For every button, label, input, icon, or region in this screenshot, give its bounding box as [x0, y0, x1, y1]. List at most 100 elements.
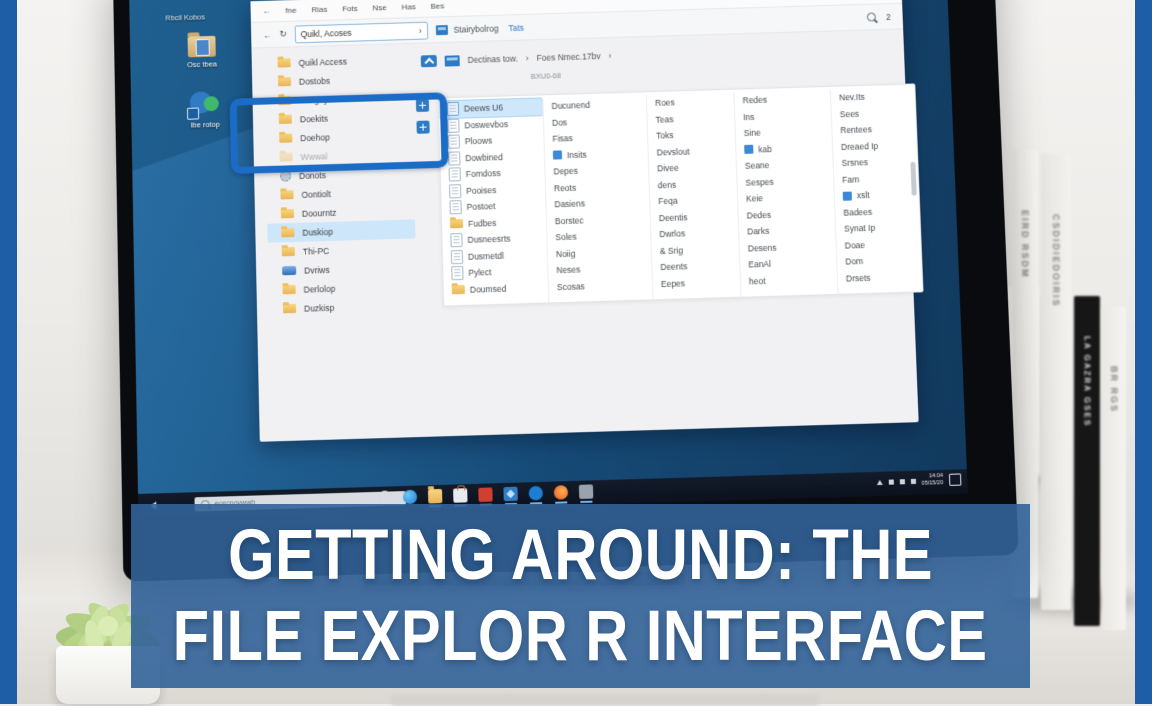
tray-icon[interactable]	[899, 479, 904, 484]
search-icon[interactable]	[867, 12, 876, 21]
breadcrumb-segment[interactable]: Dectinas tow.	[467, 54, 518, 65]
book-spine: CSDIDIEDOIRIS	[1041, 154, 1071, 610]
folder-icon	[280, 190, 293, 199]
frame-border-left	[0, 0, 17, 704]
photos-icon[interactable]	[503, 487, 517, 502]
document-icon	[447, 118, 459, 132]
breadcrumb-segment[interactable]: Foes Nmec.17bv	[536, 51, 600, 63]
navigation-pane: Quikl Access Dostobs Dusgayo Doekits Doe…	[264, 50, 418, 319]
menu-item[interactable]: Rias	[311, 5, 327, 14]
document-icon	[449, 168, 461, 182]
up-folder-icon[interactable]	[421, 55, 437, 67]
document-icon	[448, 135, 460, 149]
file-list: Deews U6 Doswevbos Ploows Dowbined Fomdo…	[438, 83, 924, 306]
file-row[interactable]: Eepes	[653, 273, 742, 292]
document-icon	[449, 200, 461, 214]
banner-title-line2: FILE EXPLOR R INTERFACE	[173, 596, 988, 677]
menu-item[interactable]: Nse	[372, 3, 386, 12]
app-gray-icon[interactable]	[579, 484, 594, 499]
banner-title-line1: GETTING AROUND: THE	[228, 515, 933, 596]
file-row[interactable]: Doumsed	[444, 279, 549, 299]
book-spine-text: CSDIDIEDOIRIS	[1051, 214, 1061, 308]
folder-icon	[450, 219, 463, 228]
file-row[interactable]: Drsets	[838, 268, 924, 287]
folder-icon	[281, 209, 294, 218]
monitor: Rbcil Kobos Osc tbea Ibe rotop ← fne Ria…	[113, 0, 1019, 582]
abstract-logo-icon	[190, 91, 220, 118]
app-icon	[553, 151, 562, 160]
app-icon	[744, 145, 753, 154]
edge-tab-icon[interactable]	[529, 486, 543, 501]
notification-icon[interactable]	[949, 473, 962, 485]
folder-icon	[278, 77, 291, 86]
ribbon-label[interactable]: Stairybolrog	[453, 23, 498, 34]
file-column: Redes Ins Sine kab Seane Sespes Keie Ded…	[733, 90, 838, 297]
breadcrumb-sub-label: BXU0-68	[531, 71, 562, 81]
file-column: Ducunend Dos Fisas Insits Depes Reots Da…	[542, 95, 653, 302]
book-spine: LA GAZRA GSES	[1074, 296, 1100, 626]
chevron-right-icon: ›	[526, 53, 529, 63]
menu-item[interactable]: Fots	[342, 4, 358, 13]
store-icon[interactable]	[453, 488, 467, 503]
folder-icon	[281, 228, 294, 237]
tray-clock[interactable]: 14:04 05/15/20	[921, 473, 943, 488]
keyboard-hint	[390, 694, 820, 706]
address-bar[interactable]: Quikl, Acoses ›	[294, 21, 428, 43]
book-spine-text: BR RGS	[1109, 366, 1119, 413]
chevron-right-icon: ›	[608, 51, 611, 61]
desktop-icon-label: Osc tbea	[170, 59, 234, 70]
document-icon	[451, 266, 463, 280]
folder-with-document-icon	[188, 36, 216, 58]
firefox-icon[interactable]	[554, 485, 569, 500]
screen: Rbcil Kobos Osc tbea Ibe rotop ← fne Ria…	[129, 0, 968, 518]
document-icon	[447, 102, 459, 116]
help-count: 2	[886, 11, 891, 21]
frame-border-right	[1135, 0, 1152, 704]
file-column: Deews U6 Doswevbos Ploows Dowbined Fomdo…	[439, 98, 548, 305]
desktop-corner-label: Rbcil Kobos	[165, 12, 205, 22]
book-spine-text: EIRD RSDM	[1020, 210, 1030, 279]
book-spine-text: LA GAZRA GSES	[1083, 336, 1092, 427]
drive-icon	[282, 266, 296, 275]
refresh-icon[interactable]: ↻	[279, 29, 286, 40]
cortana-icon[interactable]	[378, 490, 392, 505]
menu-item[interactable]: Has	[401, 2, 415, 11]
file-row[interactable]: heot	[741, 270, 839, 289]
tray-icon[interactable]	[888, 479, 893, 484]
file-explorer-icon[interactable]	[428, 489, 442, 504]
back-arrow-icon[interactable]: ←	[262, 7, 270, 16]
file-row[interactable]: Scosas	[549, 276, 654, 296]
tray-icon[interactable]	[910, 478, 915, 483]
folder-icon	[452, 285, 465, 294]
back-icon[interactable]: ←	[263, 30, 272, 40]
edge-icon[interactable]	[403, 490, 417, 505]
app-red-icon[interactable]	[478, 487, 492, 502]
system-tray[interactable]: 14:04 05/15/20	[876, 472, 961, 489]
breadcrumb: Dectinas tow. › Foes Nmec.17bv ›	[421, 50, 612, 67]
tray-chevron-icon[interactable]	[876, 479, 882, 484]
file-explorer-window: ← fne Rias Fots Nse Has Bes – □ □ × ← ↻ …	[250, 0, 918, 442]
title-banner: GETTING AROUND: THE FILE EXPLOR R INTERF…	[131, 504, 1030, 688]
address-value: Quikl, Acoses	[300, 27, 351, 38]
folder-icon	[282, 285, 295, 294]
app-icon	[843, 191, 852, 200]
book-spine: BR RGS	[1102, 306, 1126, 630]
taskbar-icons	[378, 484, 594, 505]
menu-item[interactable]: Bes	[430, 1, 444, 10]
document-icon	[449, 184, 461, 198]
ribbon-tab[interactable]: Tats	[508, 22, 524, 32]
menu-item[interactable]: fne	[285, 6, 296, 15]
file-column: Nev.Its Sees Rentees Dreaed Ip Srsnes Fa…	[830, 87, 924, 294]
sidebar-item[interactable]: Duzkisp	[269, 295, 418, 318]
document-icon	[448, 151, 460, 165]
chevron-right-icon: ›	[419, 25, 422, 35]
desktop-icon-documents[interactable]: Osc tbea	[170, 35, 234, 69]
desktop-icon-app[interactable]: Ibe rotop	[173, 91, 237, 131]
file-column: Roes Teas Toks Devslout Divee dens Feqa …	[646, 93, 742, 300]
desktop-icon-label: Ibe rotop	[173, 119, 237, 130]
document-icon	[450, 233, 462, 247]
folder-icon	[278, 58, 291, 67]
ribbon-icon[interactable]	[435, 25, 447, 35]
folder-icon	[282, 247, 295, 256]
location-icon	[445, 55, 460, 66]
